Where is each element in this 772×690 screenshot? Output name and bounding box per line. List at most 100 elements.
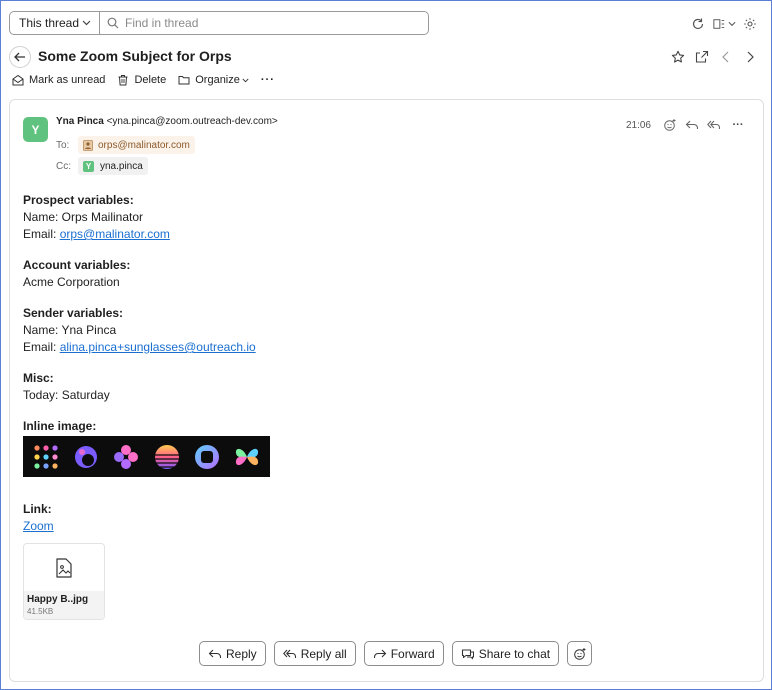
cc-row: Cc: Y yna.pinca	[56, 157, 148, 175]
arrow-left-icon	[14, 52, 25, 62]
rounded-square-graphic	[194, 444, 219, 469]
dot-grid-graphic	[34, 444, 58, 469]
share-to-chat-button[interactable]: Share to chat	[451, 641, 560, 666]
add-reaction-button[interactable]	[567, 641, 593, 666]
open-in-new-window-icon[interactable]	[691, 46, 713, 68]
message-more-button[interactable]: ···	[725, 114, 751, 136]
more-actions-button[interactable]: ···	[261, 74, 275, 86]
prospect-heading: Prospect variables:	[23, 193, 134, 207]
reply-icon[interactable]	[681, 114, 703, 136]
message-actions: 21:06 ···	[626, 114, 751, 136]
thread-action-toolbar: Mark as unread Delete Organize ···	[12, 71, 287, 89]
attachment-name: Happy B..jpg	[27, 594, 89, 605]
to-recipient-chip[interactable]: orps@malinator.com	[78, 136, 195, 154]
next-message-icon[interactable]	[739, 46, 761, 68]
chat-share-icon	[461, 648, 474, 659]
cc-recipient-avatar: Y	[83, 160, 94, 172]
reply-label: Reply	[226, 646, 257, 661]
attachment-card[interactable]: Happy B..jpg 41.5KB	[23, 543, 105, 620]
contact-card-icon	[83, 139, 93, 151]
search-scope-label: This thread	[19, 16, 80, 30]
trash-icon	[118, 75, 128, 86]
sender-email-line: Email: alina.pinca+sunglasses@outreach.i…	[23, 339, 270, 356]
reply-bar: Reply Reply all Forward Share to chat	[199, 641, 593, 666]
cc-label: Cc:	[56, 160, 71, 172]
settings-gear-icon[interactable]	[739, 13, 761, 35]
previous-message-icon[interactable]	[715, 46, 737, 68]
petal-x-graphic	[235, 448, 258, 465]
attachment-size: 41.5KB	[27, 607, 54, 616]
account-section: Account variables: Acme Corporation	[23, 257, 270, 291]
to-row: To: orps@malinator.com	[56, 136, 195, 154]
misc-section: Misc: Today: Saturday	[23, 370, 270, 404]
organize-label: Organize	[195, 74, 240, 86]
account-name: Acme Corporation	[23, 275, 120, 289]
prospect-email-label: Email:	[23, 227, 60, 241]
forward-button[interactable]: Forward	[363, 641, 444, 666]
reply-all-label: Reply all	[300, 646, 347, 661]
image-file-icon	[56, 557, 72, 578]
zoom-link[interactable]: Zoom	[23, 519, 54, 533]
message-body: Prospect variables: Name: Orps Mailinato…	[23, 192, 270, 549]
refresh-icon[interactable]	[687, 13, 709, 35]
search-scope-select[interactable]: This thread	[9, 11, 100, 35]
reply-button[interactable]: Reply	[199, 641, 266, 666]
share-to-chat-label: Share to chat	[478, 646, 551, 661]
reply-all-button[interactable]: Reply all	[273, 641, 356, 666]
envelope-open-icon	[12, 74, 24, 86]
link-section: Link: Zoom	[23, 501, 270, 535]
thread-subject: Some Zoom Subject for Orps	[38, 48, 232, 64]
sender-heading: Sender variables:	[23, 306, 124, 320]
message-time: 21:06	[625, 119, 651, 131]
blossom-graphic	[114, 444, 139, 469]
forward-icon	[373, 649, 386, 658]
emoji-add-icon	[573, 647, 586, 660]
prospect-email-link[interactable]: orps@malinator.com	[60, 227, 170, 241]
prospect-name: Name: Orps Mailinator	[23, 210, 144, 224]
to-recipient-address: orps@malinator.com	[98, 139, 190, 151]
link-heading: Link:	[23, 502, 52, 516]
cc-recipient-chip[interactable]: Y yna.pinca	[78, 157, 148, 175]
sender-email-link[interactable]: alina.pinca+sunglasses@outreach.io	[60, 340, 256, 354]
inline-image[interactable]	[23, 436, 270, 477]
search-field[interactable]	[99, 11, 429, 35]
organize-dropdown[interactable]: Organize	[178, 74, 249, 86]
star-icon[interactable]	[667, 46, 689, 68]
sender-email-label: Email:	[23, 340, 60, 354]
misc-today: Today: Saturday	[23, 388, 110, 402]
reply-all-icon[interactable]	[703, 114, 725, 136]
misc-heading: Misc:	[23, 371, 54, 385]
sender-line: Yna Pinca <yna.pinca@zoom.outreach-dev.c…	[56, 116, 278, 127]
mark-as-unread-button[interactable]: Mark as unread	[12, 74, 105, 86]
striped-sun-graphic	[154, 444, 179, 469]
inline-image-heading: Inline image:	[23, 419, 97, 433]
to-label: To:	[56, 139, 70, 151]
mark-as-unread-label: Mark as unread	[29, 74, 106, 86]
sender-avatar: Y	[23, 117, 48, 142]
search-bar: This thread	[9, 11, 761, 37]
account-heading: Account variables:	[23, 258, 131, 272]
chevron-down-icon	[728, 21, 735, 27]
sender-name[interactable]: Yna Pinca	[56, 116, 104, 127]
chevron-down-icon	[82, 20, 91, 26]
search-icon	[107, 17, 119, 29]
sender-section: Sender variables: Name: Yna Pinca Email:…	[23, 305, 270, 356]
message-card: Y Yna Pinca <yna.pinca@zoom.outreach-dev…	[9, 99, 764, 682]
prospect-section: Prospect variables: Name: Orps Mailinato…	[23, 192, 270, 243]
emoji-reaction-icon[interactable]	[659, 114, 681, 136]
sender-var-name: Name: Yna Pinca	[23, 323, 117, 337]
forward-label: Forward	[390, 646, 435, 661]
delete-button[interactable]: Delete	[117, 74, 166, 86]
sender-email[interactable]: <yna.pinca@zoom.outreach-dev.com>	[107, 116, 278, 127]
back-button[interactable]	[9, 46, 31, 68]
subject-row: Some Zoom Subject for Orps	[9, 45, 761, 69]
inline-image-section: Inline image:	[23, 418, 270, 477]
delete-label: Delete	[134, 74, 167, 86]
reply-all-icon	[282, 649, 296, 658]
reply-icon	[208, 649, 222, 658]
search-input[interactable]	[123, 15, 413, 31]
reading-pane-layout-icon[interactable]	[709, 13, 739, 35]
folder-icon	[178, 76, 190, 85]
email-thread-window: This thread Some Zoom Subject for Orps	[0, 0, 772, 690]
cc-recipient-name: yna.pinca	[100, 160, 143, 172]
